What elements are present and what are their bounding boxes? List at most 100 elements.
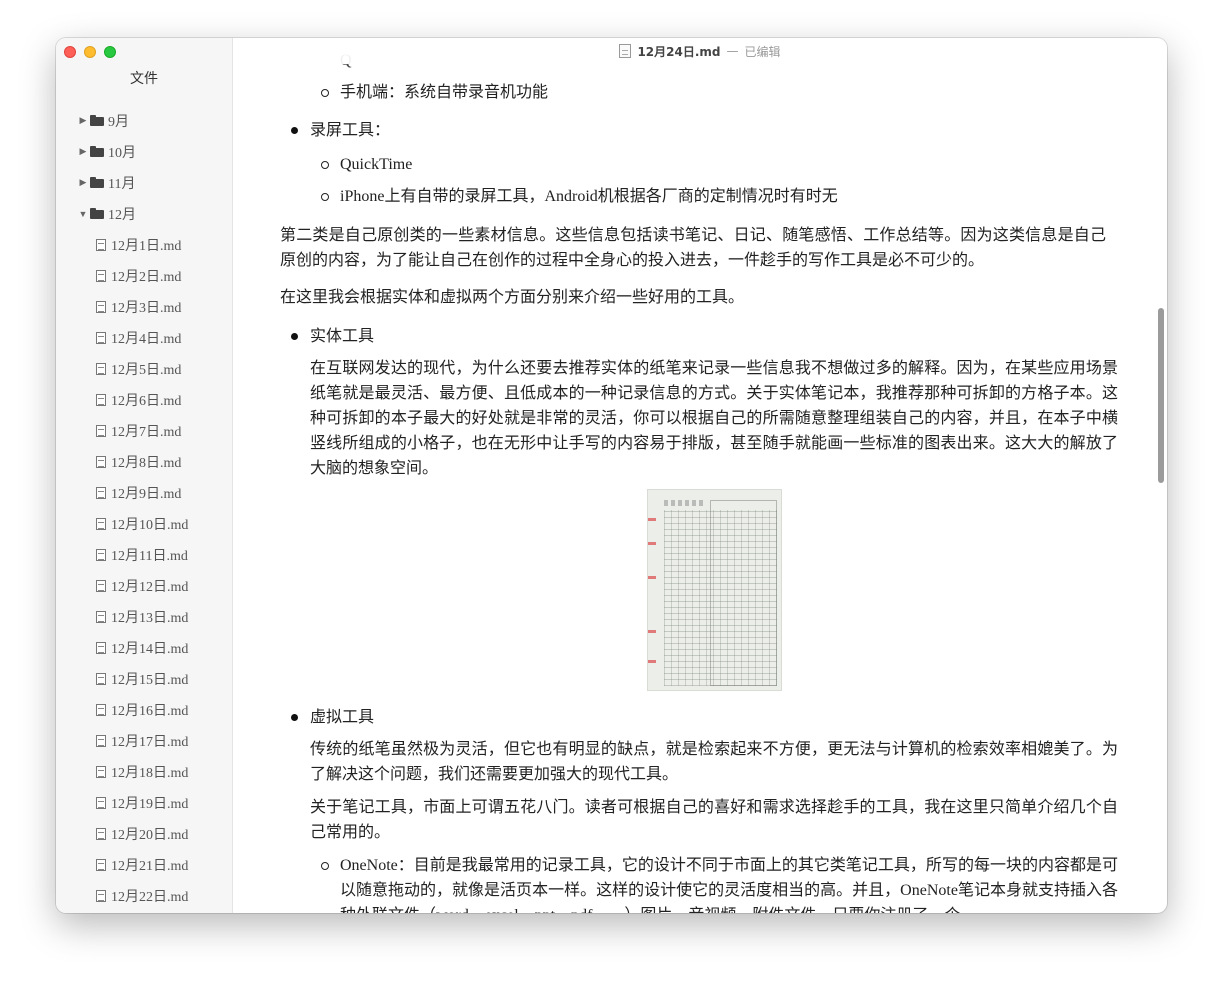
file-icon (96, 269, 106, 282)
file-item[interactable]: 12月10日.md (56, 508, 232, 539)
file-label: 12月14日.md (111, 641, 189, 657)
file-label: 12月18日.md (111, 765, 189, 781)
folder-item-11[interactable]: ▶ 11月 (56, 167, 232, 198)
file-label: 12月22日.md (111, 889, 189, 905)
file-item[interactable]: 12月14日.md (56, 632, 232, 663)
close-window-button[interactable] (64, 46, 76, 58)
file-list: 12月1日.md 12月2日.md 12月3日.md 12月4日.md 12月5日.md… (56, 229, 232, 911)
file-item[interactable]: 12月5日.md (56, 353, 232, 384)
notebook-image (647, 489, 782, 691)
file-item[interactable]: 12月6日.md (56, 384, 232, 415)
list-item-text: QuickTime (340, 156, 413, 173)
folder-item-12[interactable]: ▼ 12月 (56, 198, 232, 229)
file-icon (96, 672, 106, 685)
file-icon (96, 579, 106, 592)
maximize-window-button[interactable] (104, 46, 116, 58)
chevron-right-icon[interactable]: ▶ (78, 177, 88, 188)
file-item[interactable]: 12月18日.md (56, 756, 232, 787)
file-label: 12月5日.md (111, 362, 182, 378)
list-item: iPhone上有自带的录屏工具，Android机根据各厂商的定制情况时有时无 (321, 184, 838, 209)
file-label: 12月4日.md (111, 331, 182, 347)
file-icon (96, 300, 106, 313)
file-label: 12月12日.md (111, 579, 189, 595)
notebook-column (710, 500, 777, 686)
notebook-tab (648, 542, 656, 545)
list-item: QuickTime (320, 152, 413, 177)
file-icon (96, 734, 106, 747)
window-controls (64, 46, 116, 58)
paragraph: 第二类是自己原创类的一些素材信息。这些信息包括读书笔记、日记、随笔感悟、工作总结… (280, 227, 1106, 269)
file-item[interactable]: 12月20日.md (56, 818, 232, 849)
folder-icon (90, 208, 104, 219)
file-item[interactable]: 12月17日.md (56, 725, 232, 756)
paragraph: 在这里我会根据实体和虚拟两个方面分别来介绍一些好用的工具。 (280, 289, 745, 306)
document-editor[interactable]: Q 手机端：系统自带录音机功能 录屏工具： QuickTime iPhone上有… (233, 38, 1167, 913)
list-item-text: 手机端：系统自带录音机功能 (340, 84, 549, 101)
minimize-window-button[interactable] (84, 46, 96, 58)
file-item[interactable]: 12月21日.md (56, 849, 232, 880)
chevron-right-icon[interactable]: ▶ (78, 146, 88, 157)
file-label: 12月20日.md (111, 827, 189, 843)
list-item-text: 录屏工具： (310, 122, 391, 139)
file-item[interactable]: 12月22日.md (56, 880, 232, 911)
file-icon (96, 238, 106, 251)
title-bar: 12月24日.md — 已编辑 (233, 38, 1167, 64)
file-label: 12月16日.md (111, 703, 189, 719)
list-item-text: OneNote：目前是我最常用的记录工具，它的设计不同于市面上的其它类笔记工具，… (340, 857, 1118, 913)
file-label: 12月13日.md (111, 610, 189, 626)
chevron-down-icon[interactable]: ▼ (78, 209, 88, 219)
folder-item-10[interactable]: ▶ 10月 (56, 136, 232, 167)
list-item-text: 实体工具 (310, 328, 375, 345)
notebook-header-icon (664, 500, 704, 506)
file-icon (96, 362, 106, 375)
file-icon (96, 889, 106, 902)
file-icon (96, 548, 106, 561)
notebook-tab (648, 630, 656, 633)
file-item[interactable]: 12月7日.md (56, 415, 232, 446)
notebook-tab (648, 518, 656, 521)
file-label: 12月19日.md (111, 796, 189, 812)
file-icon (96, 641, 106, 654)
folder-item-9[interactable]: ▶ 9月 (56, 105, 232, 136)
list-item: 实体工具 (290, 324, 375, 349)
list-item-text: 虚拟工具 (310, 709, 375, 726)
list-item: 手机端：系统自带录音机功能 (320, 80, 549, 105)
vertical-scrollbar[interactable] (1158, 308, 1164, 483)
folder-label: 11月 (108, 176, 136, 192)
file-item[interactable]: 12月13日.md (56, 601, 232, 632)
list-item-text: iPhone上有自带的录屏工具，Android机根据各厂商的定制情况时有时无 (340, 188, 838, 205)
file-item[interactable]: 12月1日.md (56, 229, 232, 260)
file-icon (96, 393, 106, 406)
file-icon (96, 703, 106, 716)
file-item[interactable]: 12月2日.md (56, 260, 232, 291)
file-icon (96, 517, 106, 530)
folder-icon (90, 177, 104, 188)
file-sidebar: 文件 ▶ 9月 ▶ 10月 ▶ 11月 ▼ 12月 12月1日.md 12月2日… (56, 38, 233, 913)
file-item[interactable]: 12月9日.md (56, 477, 232, 508)
edit-status: 已编辑 (744, 44, 781, 59)
chevron-right-icon[interactable]: ▶ (78, 115, 88, 126)
file-item[interactable]: 12月12日.md (56, 570, 232, 601)
file-item[interactable]: 12月8日.md (56, 446, 232, 477)
file-icon (96, 858, 106, 871)
file-label: 12月7日.md (111, 424, 182, 440)
file-item[interactable]: 12月4日.md (56, 322, 232, 353)
file-item[interactable]: 12月11日.md (56, 539, 232, 570)
file-icon (96, 765, 106, 778)
file-icon (96, 424, 106, 437)
file-item[interactable]: 12月16日.md (56, 694, 232, 725)
file-label: 12月15日.md (111, 672, 189, 688)
list-item: OneNote：目前是我最常用的记录工具，它的设计不同于市面上的其它类笔记工具，… (321, 853, 1118, 913)
file-label: 12月10日.md (111, 517, 189, 533)
paragraph: 在互联网发达的现代，为什么还要去推荐实体的纸笔来记录一些信息我不想做过多的解释。… (310, 360, 1118, 477)
file-item[interactable]: 12月3日.md (56, 291, 232, 322)
file-icon (96, 610, 106, 623)
file-label: 12月9日.md (111, 486, 182, 502)
file-label: 12月17日.md (111, 734, 189, 750)
file-icon (96, 827, 106, 840)
file-item[interactable]: 12月15日.md (56, 663, 232, 694)
folder-icon (90, 146, 104, 157)
file-item[interactable]: 12月19日.md (56, 787, 232, 818)
file-icon (96, 455, 106, 468)
editor-window: 文件 ▶ 9月 ▶ 10月 ▶ 11月 ▼ 12月 12月1日.md 12月2日… (56, 38, 1167, 913)
